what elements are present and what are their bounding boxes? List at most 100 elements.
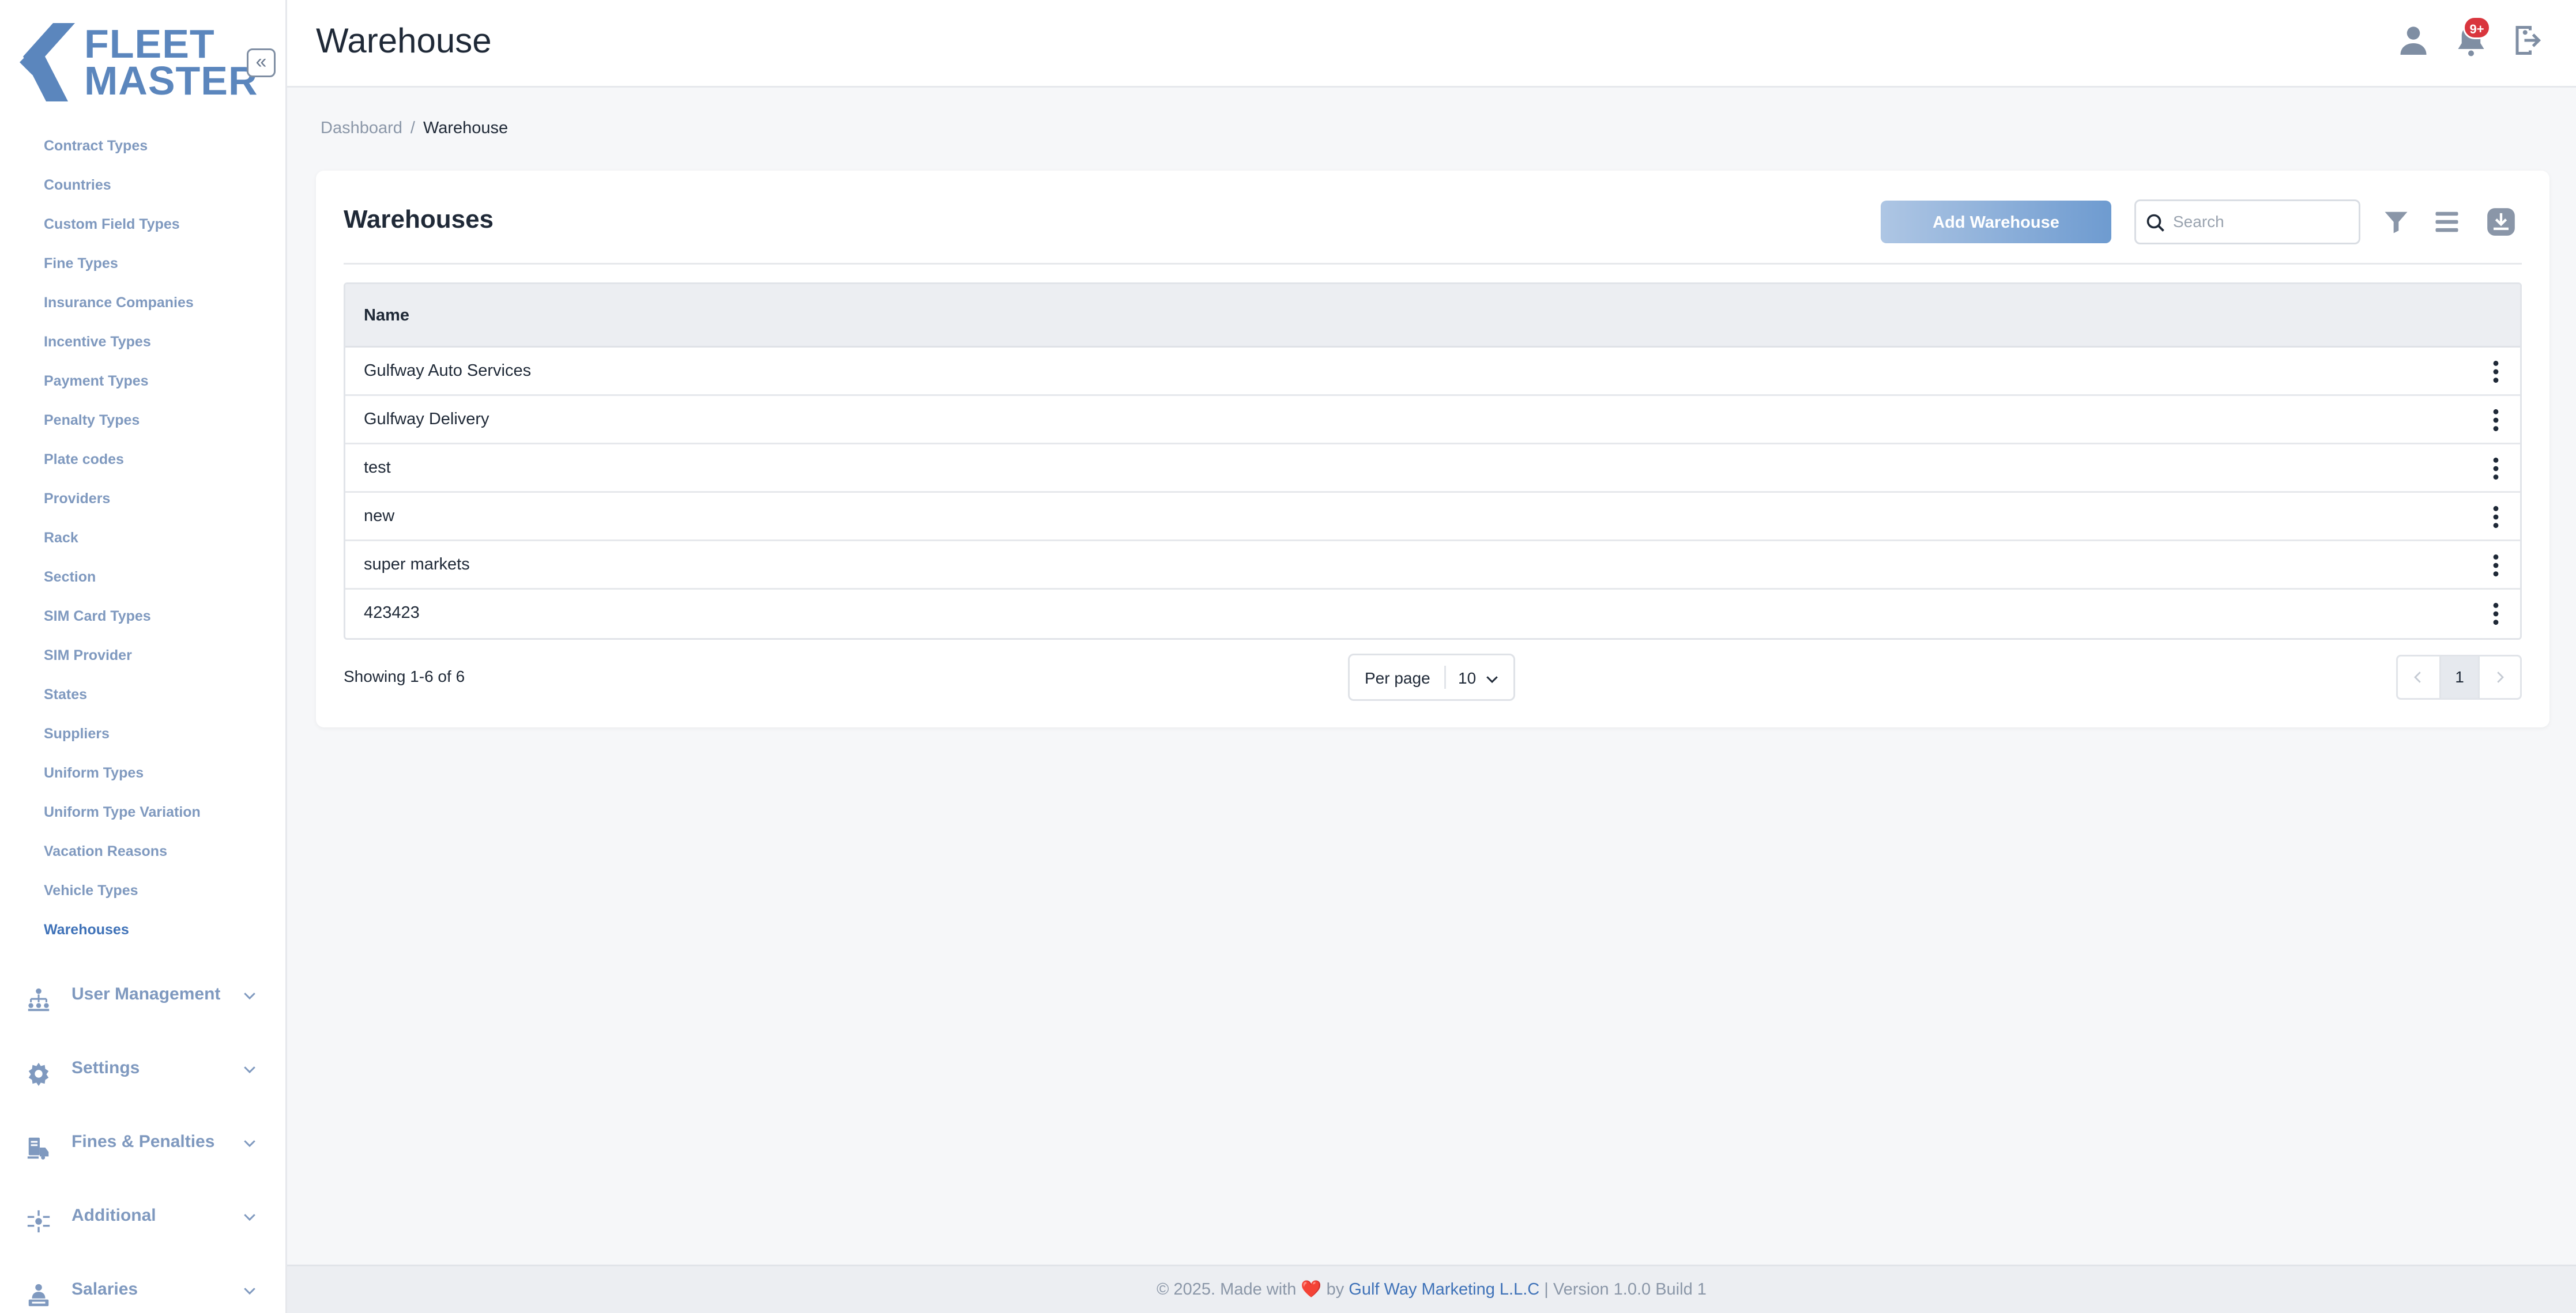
table-row[interactable]: test: [345, 444, 2520, 493]
cell-name: 423423: [364, 603, 420, 622]
chevron-down-icon: [244, 1140, 255, 1148]
sidebar-group-label: Settings: [71, 1058, 140, 1077]
sidebar-group-additional[interactable]: Additional: [0, 1194, 285, 1268]
footer-company-link[interactable]: Gulf Way Marketing L.L.C: [1349, 1280, 1539, 1299]
showing-count: Showing 1-6 of 6: [344, 667, 465, 685]
sidebar-group-salaries[interactable]: Salaries: [0, 1268, 285, 1313]
sidebar-subitem[interactable]: Contract Types: [0, 131, 285, 171]
sidebar-group-fines-penalties[interactable]: Fines & Penalties: [0, 1120, 285, 1194]
sidebar-subitem[interactable]: States: [0, 680, 285, 719]
sidebar-groups: User Management Settings Fines & Penalti…: [0, 973, 285, 1313]
collapse-sidebar-button[interactable]: «: [247, 48, 276, 77]
sidebar-subitem[interactable]: Penalty Types: [0, 406, 285, 445]
table-row[interactable]: super markets: [345, 541, 2520, 590]
sidebar-subitem[interactable]: Vacation Reasons: [0, 837, 285, 876]
sidebar-subitem[interactable]: Insurance Companies: [0, 288, 285, 327]
sidebar-subitem[interactable]: Providers: [0, 484, 285, 523]
prev-page-button[interactable]: [2398, 656, 2438, 698]
row-actions-kebab-icon[interactable]: [2491, 408, 2500, 433]
breadcrumb-dashboard-link[interactable]: Dashboard: [321, 119, 402, 137]
row-actions-kebab-icon[interactable]: [2491, 553, 2500, 578]
chevron-down-icon: [244, 993, 255, 1000]
add-warehouse-button[interactable]: Add Warehouse: [1881, 201, 2111, 243]
per-page-divider: [1444, 666, 1446, 689]
sidebar-subitem[interactable]: SIM Provider: [0, 641, 285, 680]
sidebar-subitem[interactable]: SIM Card Types: [0, 602, 285, 641]
sidebar-subitem[interactable]: Incentive Types: [0, 327, 285, 367]
sidebar-subitem[interactable]: Custom Field Types: [0, 210, 285, 249]
breadcrumb-current: Warehouse: [423, 119, 509, 137]
table-row[interactable]: 423423: [345, 590, 2520, 638]
search-input[interactable]: [2172, 208, 2351, 236]
page-footer: © 2025. Made with ❤️ by Gulf Way Marketi…: [287, 1265, 2576, 1313]
download-icon[interactable]: [2486, 207, 2516, 237]
footer-by: by: [1326, 1280, 1345, 1299]
sidebar-subitem[interactable]: Suppliers: [0, 719, 285, 759]
cell-name: new: [364, 507, 395, 525]
per-page-select[interactable]: Per page 10: [1348, 654, 1515, 701]
sidebar-group-label: Salaries: [71, 1280, 138, 1299]
list-columns-icon[interactable]: [2432, 207, 2462, 237]
top-header: Warehouse 9+: [287, 0, 2576, 88]
logo[interactable]: FLEET MASTER: [20, 22, 258, 103]
row-actions-kebab-icon[interactable]: [2491, 601, 2500, 627]
table-row[interactable]: Gulfway Auto Services: [345, 348, 2520, 396]
sidebar-group-user-management[interactable]: User Management: [0, 973, 285, 1047]
card-title: Warehouses: [344, 205, 494, 233]
card-divider: [344, 263, 2522, 265]
sidebar-subitem[interactable]: Uniform Types: [0, 759, 285, 798]
sidebar-subitem[interactable]: Section: [0, 563, 285, 602]
sidebar-subitem[interactable]: Vehicle Types: [0, 876, 285, 915]
page-title: Warehouse: [316, 21, 492, 60]
row-actions-kebab-icon[interactable]: [2491, 456, 2500, 481]
per-page-value: 10: [1458, 669, 1477, 687]
double-chevron-left-icon: «: [255, 51, 267, 73]
table-body: Gulfway Auto Services Gulfway Delivery tes…: [345, 348, 2520, 638]
sidebar-subitem[interactable]: Plate codes: [0, 445, 285, 484]
sidebar-group-label: Additional: [71, 1206, 156, 1225]
footer-version: | Version 1.0.0 Build 1: [1544, 1280, 1707, 1299]
cell-name: Gulfway Auto Services: [364, 361, 532, 380]
sidebar-group-settings[interactable]: Settings: [0, 1047, 285, 1120]
chevron-right-icon: [2497, 671, 2504, 683]
heart-icon: ❤️: [1301, 1280, 1322, 1299]
logo-mark-icon: [20, 23, 75, 101]
sidebar: FLEET MASTER « Contract Types Countries Cu…: [0, 0, 287, 1313]
cell-name: test: [364, 458, 391, 477]
chevron-down-icon: [244, 1066, 255, 1074]
sidebar-subitem[interactable]: Warehouses: [0, 915, 285, 954]
column-header-name[interactable]: Name: [364, 306, 409, 325]
warehouses-card: Warehouses Add Warehouse Name Gulfway Au…: [316, 171, 2549, 727]
footer-prefix: © 2025. Made with: [1157, 1280, 1297, 1299]
table-row[interactable]: new: [345, 493, 2520, 541]
cell-name: super markets: [364, 555, 470, 574]
sidebar-group-label: User Management: [71, 984, 221, 1003]
chevron-down-icon: [1486, 676, 1498, 684]
settings-submenu: Contract Types Countries Custom Field Type…: [0, 131, 285, 954]
user-profile-icon[interactable]: [2396, 23, 2431, 58]
sidebar-subitem[interactable]: Uniform Type Variation: [0, 798, 285, 837]
notification-badge: 9+: [2463, 16, 2491, 39]
search-icon: [2146, 214, 2164, 232]
next-page-button[interactable]: [2480, 656, 2520, 698]
chevron-down-icon: [244, 1288, 255, 1295]
sidebar-subitem[interactable]: Rack: [0, 523, 285, 563]
sidebar-subitem[interactable]: Payment Types: [0, 367, 285, 406]
row-actions-kebab-icon[interactable]: [2491, 504, 2500, 530]
per-page-label: Per page: [1365, 669, 1430, 687]
chevron-down-icon: [244, 1214, 255, 1221]
salaries-icon: [28, 1284, 49, 1307]
sidebar-subitem[interactable]: Countries: [0, 171, 285, 210]
gear-icon: [28, 1062, 49, 1086]
table-header: Name: [345, 284, 2520, 348]
table-row[interactable]: Gulfway Delivery: [345, 396, 2520, 444]
search-box[interactable]: [2134, 199, 2360, 244]
filter-icon[interactable]: [2381, 207, 2411, 237]
chevron-left-icon: [2414, 671, 2421, 683]
row-actions-kebab-icon[interactable]: [2491, 359, 2500, 384]
sidebar-subitem[interactable]: Fine Types: [0, 249, 285, 288]
logout-icon[interactable]: [2511, 23, 2546, 58]
additional-icon: [27, 1210, 50, 1233]
page-button-1[interactable]: 1: [2439, 656, 2480, 698]
logo-text: FLEET MASTER: [84, 21, 258, 103]
